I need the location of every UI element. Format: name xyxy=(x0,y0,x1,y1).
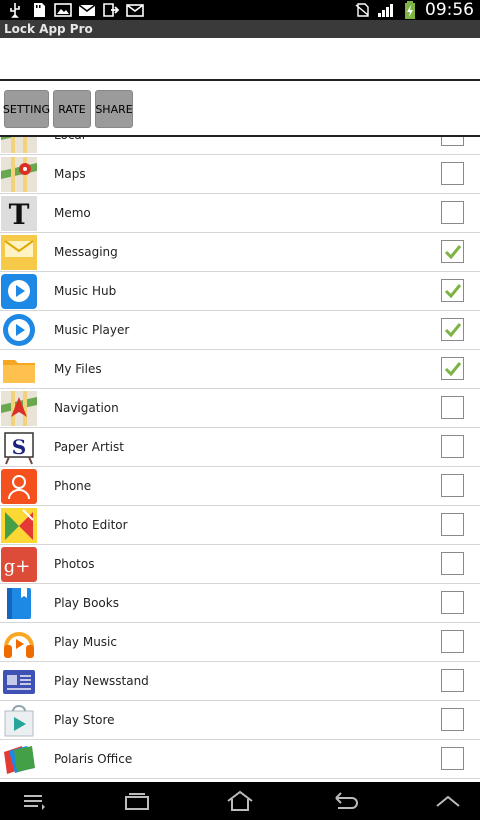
list-item[interactable]: Play Newsstand xyxy=(0,662,480,701)
lock-checkbox[interactable] xyxy=(441,630,464,653)
maps-icon xyxy=(1,157,37,192)
lock-checkbox[interactable] xyxy=(441,357,464,380)
headphones-icon xyxy=(1,625,37,660)
app-name-label: Memo xyxy=(54,206,91,220)
sd-card-icon xyxy=(30,1,48,19)
navigation-icon xyxy=(1,391,37,426)
app-name-label: Photos xyxy=(54,557,95,571)
app-title: Lock App Pro xyxy=(0,20,480,38)
lock-checkbox[interactable] xyxy=(441,137,464,146)
list-item[interactable]: Play Books xyxy=(0,584,480,623)
app-name-label: Local xyxy=(54,137,85,155)
lock-checkbox[interactable] xyxy=(441,513,464,536)
list-item[interactable]: Play Music xyxy=(0,623,480,662)
polaris-office-icon xyxy=(1,742,37,777)
rate-button[interactable]: RATE xyxy=(53,90,91,128)
header-area xyxy=(0,38,480,81)
up-chevron-icon[interactable] xyxy=(428,788,468,814)
list-item[interactable]: Photo Editor xyxy=(0,506,480,545)
recent-apps-icon[interactable] xyxy=(117,788,157,814)
svg-text:S: S xyxy=(12,435,26,459)
no-sim-icon xyxy=(353,1,371,19)
phone-icon xyxy=(1,469,37,504)
gmail-icon xyxy=(78,1,96,19)
app-name-label: Play Books xyxy=(54,596,119,610)
toolbar: SETTING RATE SHARE xyxy=(0,81,480,137)
download-icon xyxy=(102,1,120,19)
lock-checkbox[interactable] xyxy=(441,162,464,185)
usb-icon xyxy=(6,1,24,19)
list-item[interactable]: Maps xyxy=(0,155,480,194)
back-icon[interactable] xyxy=(325,788,365,814)
list-item[interactable]: g+ Photos xyxy=(0,545,480,584)
list-item[interactable]: My Files xyxy=(0,350,480,389)
navigation-bar xyxy=(0,782,480,820)
list-item[interactable]: Local xyxy=(0,137,480,155)
maps-icon xyxy=(1,137,37,153)
svg-text:T: T xyxy=(9,198,30,231)
share-button[interactable]: SHARE xyxy=(95,90,133,128)
svg-text:g+: g+ xyxy=(4,556,31,577)
lock-checkbox[interactable] xyxy=(441,474,464,497)
play-store-icon xyxy=(1,703,37,738)
app-list[interactable]: Local Maps T Memo Messaging Music Hub Music Pl… xyxy=(0,137,480,782)
lock-checkbox[interactable] xyxy=(441,435,464,458)
app-name-label: Polaris Office xyxy=(54,752,133,766)
list-item[interactable]: Polaris Office xyxy=(0,740,480,779)
paper-artist-icon: S xyxy=(1,430,37,465)
lock-checkbox[interactable] xyxy=(441,240,464,263)
lock-checkbox[interactable] xyxy=(441,318,464,341)
lock-checkbox[interactable] xyxy=(441,552,464,575)
list-item[interactable]: Messaging xyxy=(0,233,480,272)
folder-icon xyxy=(1,352,37,387)
lock-checkbox[interactable] xyxy=(441,747,464,770)
lock-checkbox[interactable] xyxy=(441,396,464,419)
photo-editor-icon xyxy=(1,508,37,543)
list-item[interactable]: T Memo xyxy=(0,194,480,233)
app-name-label: Navigation xyxy=(54,401,119,415)
app-name-label: My Files xyxy=(54,362,102,376)
list-item[interactable]: Phone xyxy=(0,467,480,506)
app-name-label: Play Newsstand xyxy=(54,674,149,688)
lock-checkbox[interactable] xyxy=(441,279,464,302)
newsstand-icon xyxy=(1,664,37,699)
app-name-label: Play Music xyxy=(54,635,117,649)
lock-checkbox[interactable] xyxy=(441,708,464,731)
play-books-icon xyxy=(1,586,37,621)
music-hub-icon xyxy=(1,274,37,309)
list-item[interactable]: Navigation xyxy=(0,389,480,428)
app-name-label: Messaging xyxy=(54,245,118,259)
battery-charging-icon xyxy=(401,1,419,19)
app-name-label: Music Player xyxy=(54,323,130,337)
memo-icon: T xyxy=(1,196,37,231)
list-item[interactable]: Play Store xyxy=(0,701,480,740)
status-bar: 09:56 xyxy=(0,0,480,20)
lock-checkbox[interactable] xyxy=(441,591,464,614)
list-item[interactable]: Music Hub xyxy=(0,272,480,311)
messaging-icon xyxy=(1,235,37,270)
home-icon[interactable] xyxy=(220,788,260,814)
google-plus-icon: g+ xyxy=(1,547,37,582)
app-name-label: Play Store xyxy=(54,713,115,727)
list-item[interactable]: S Paper Artist xyxy=(0,428,480,467)
lock-checkbox[interactable] xyxy=(441,669,464,692)
email-icon xyxy=(126,1,144,19)
status-time: 09:56 xyxy=(425,0,474,20)
app-name-label: Phone xyxy=(54,479,92,493)
app-name-label: Maps xyxy=(54,167,86,181)
app-name-label: Photo Editor xyxy=(54,518,128,532)
signal-icon xyxy=(377,1,395,19)
app-name-label: Paper Artist xyxy=(54,440,124,454)
setting-button[interactable]: SETTING xyxy=(3,90,50,128)
image-icon xyxy=(54,1,72,19)
music-player-icon xyxy=(1,313,37,348)
menu-icon[interactable] xyxy=(14,788,54,814)
list-item[interactable]: Music Player xyxy=(0,311,480,350)
app-name-label: Music Hub xyxy=(54,284,117,298)
lock-checkbox[interactable] xyxy=(441,201,464,224)
